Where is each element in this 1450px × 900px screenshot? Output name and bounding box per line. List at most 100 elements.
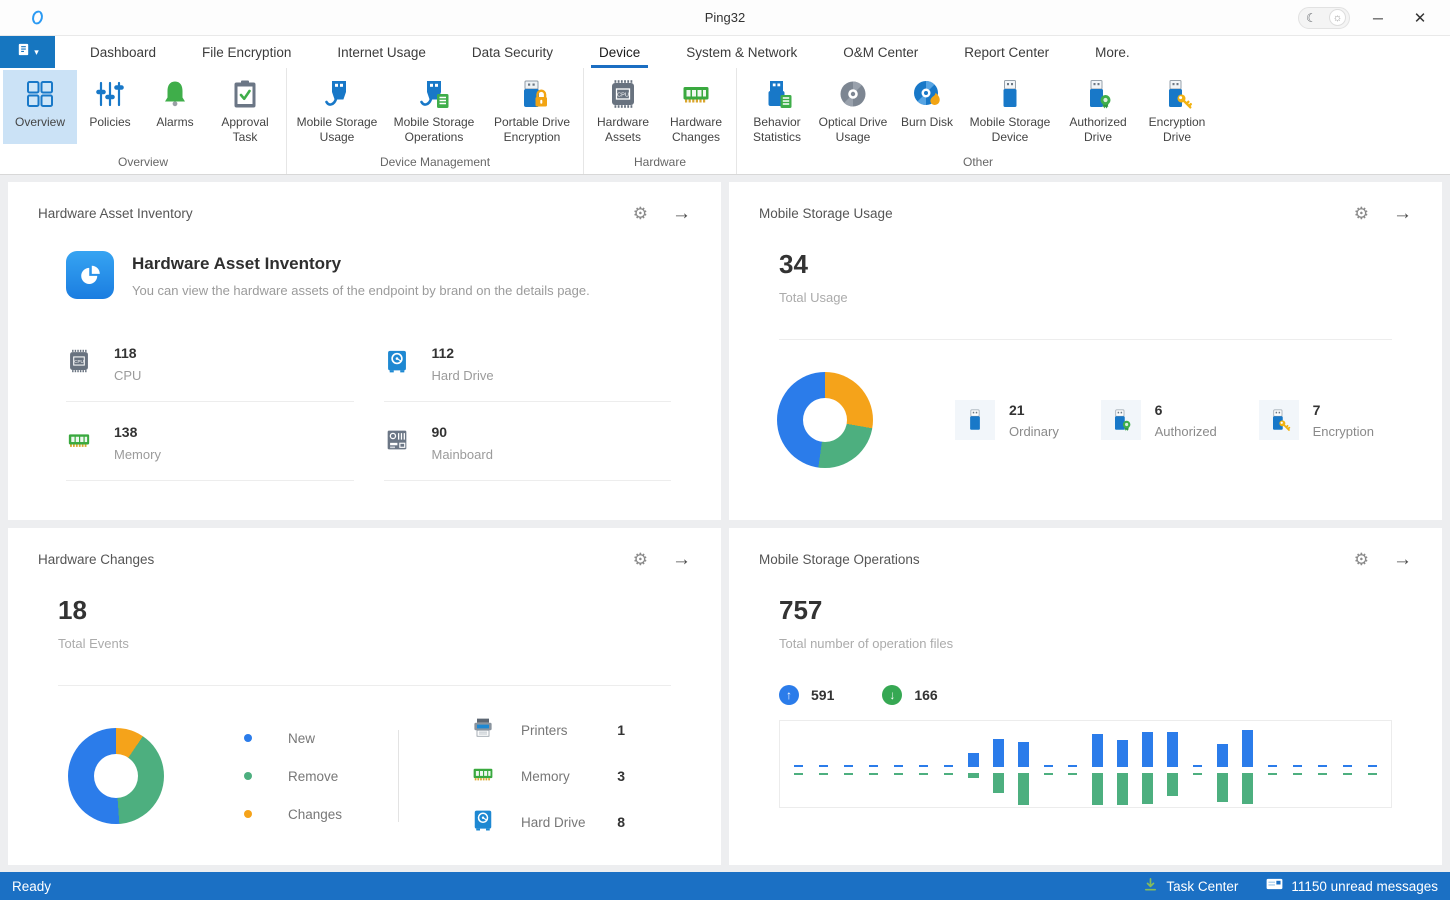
inventory-hero: Hardware Asset Inventory You can view th…: [66, 251, 671, 299]
tab-data-security[interactable]: Data Security: [449, 36, 576, 68]
ribbon-button-hardware-changes[interactable]: Hardware Changes: [659, 70, 733, 149]
arrow-right-icon[interactable]: →: [672, 204, 691, 223]
stat-hard-drive: 112 Hard Drive: [384, 337, 672, 402]
tab-system-network[interactable]: System & Network: [663, 36, 820, 68]
card-hardware-asset-inventory: Hardware Asset Inventory ⚙ → Hardware As…: [8, 182, 721, 520]
app-window: Ping32 ☾ ☼ ─ ✕ ▾ Dashboard File Encrypti…: [0, 0, 1450, 900]
dashboard-content: Hardware Asset Inventory ⚙ → Hardware As…: [0, 175, 1450, 872]
tab-dashboard[interactable]: Dashboard: [67, 36, 179, 68]
cd-flame-icon: [911, 76, 943, 112]
arrow-right-icon[interactable]: →: [672, 550, 691, 569]
gear-icon[interactable]: ⚙: [633, 205, 648, 222]
bar-slot: [786, 721, 811, 807]
download-bar: [1117, 773, 1128, 805]
tab-om-center[interactable]: O&M Center: [820, 36, 941, 68]
upload-bar: [944, 765, 953, 767]
ribbon-button-burn-disk[interactable]: Burn Disk: [892, 70, 962, 144]
ribbon-button-approval-task[interactable]: Approval Task: [207, 70, 283, 149]
ribbon-group-other: Behavior Statistics Optical Drive Usage …: [736, 68, 1219, 174]
gear-icon[interactable]: ⚙: [1354, 551, 1369, 568]
bar-slot: [986, 721, 1011, 807]
upload-bar: [1268, 765, 1277, 767]
download-bar: [1044, 773, 1053, 775]
download-stat: ↓ 166: [882, 685, 937, 705]
gear-icon[interactable]: ⚙: [1354, 205, 1369, 222]
tab-internet-usage[interactable]: Internet Usage: [314, 36, 449, 68]
cpu-chip-icon: CPU: [607, 76, 639, 112]
message-icon: [1266, 878, 1283, 894]
device-row-memory: Memory 3: [471, 762, 625, 791]
legend-ordinary: 21 Ordinary: [955, 400, 1059, 440]
ribbon-button-behavior-statistics[interactable]: Behavior Statistics: [740, 70, 814, 149]
arrow-right-icon[interactable]: →: [1393, 204, 1412, 223]
card-title: Hardware Changes: [38, 552, 154, 567]
close-button[interactable]: ✕: [1406, 9, 1434, 27]
ribbon-button-mobile-storage-device[interactable]: Mobile Storage Device: [962, 70, 1058, 149]
bar-slot: [1360, 721, 1385, 807]
window-title: Ping32: [0, 10, 1450, 25]
bar-slot: [911, 721, 936, 807]
minimize-button[interactable]: ─: [1364, 10, 1392, 26]
ribbon-button-optical-drive-usage[interactable]: Optical Drive Usage: [814, 70, 892, 149]
bar-slot: [1310, 721, 1335, 807]
download-bar: [1092, 773, 1103, 805]
ribbon-button-hardware-assets[interactable]: CPU Hardware Assets: [587, 70, 659, 149]
ribbon-button-portable-drive-encryption[interactable]: Portable Drive Encryption: [484, 70, 580, 149]
divider: [779, 339, 1392, 340]
upload-bar: [894, 765, 903, 767]
tab-file-encryption[interactable]: File Encryption: [179, 36, 314, 68]
upload-bar: [1193, 765, 1202, 767]
svg-text:CPU: CPU: [74, 359, 84, 364]
usb-plug-icon: [321, 76, 353, 112]
download-bar: [844, 773, 853, 775]
ribbon-button-mobile-storage-usage[interactable]: Mobile Storage Usage: [290, 70, 384, 149]
ribbon-tabs: Dashboard File Encryption Internet Usage…: [67, 36, 1153, 68]
tab-more[interactable]: More.: [1072, 36, 1153, 68]
bar-slot: [1135, 721, 1160, 807]
vertical-divider: [398, 730, 399, 822]
upload-bar: [1068, 765, 1077, 767]
ribbon-button-policies[interactable]: Policies: [77, 70, 143, 144]
usb-key-icon: [1161, 76, 1193, 112]
download-bar: [1268, 773, 1277, 775]
upload-bar: [1044, 765, 1053, 767]
tab-device[interactable]: Device: [576, 36, 663, 68]
mainboard-icon: [384, 424, 410, 458]
download-bar: [869, 773, 878, 775]
gear-icon[interactable]: ⚙: [633, 551, 648, 568]
operations-updown: ↑ 591 ↓ 166: [779, 685, 1442, 705]
arrow-down-circle-icon: ↓: [882, 685, 902, 705]
ribbon-button-overview[interactable]: Overview: [3, 70, 77, 144]
download-bar: [968, 773, 979, 778]
task-center-button[interactable]: Task Center: [1143, 877, 1238, 895]
card-title: Hardware Asset Inventory: [38, 206, 193, 221]
theme-toggle[interactable]: ☾ ☼: [1298, 7, 1350, 29]
cpu-chip-icon: CPU: [66, 345, 92, 379]
status-ready: Ready: [12, 879, 51, 894]
ribbon-button-encryption-drive[interactable]: Encryption Drive: [1138, 70, 1216, 149]
bar-slot: [1235, 721, 1260, 807]
tab-report-center[interactable]: Report Center: [941, 36, 1072, 68]
unread-messages-button[interactable]: 11150 unread messages: [1266, 878, 1438, 894]
ribbon-button-authorized-drive[interactable]: Authorized Drive: [1058, 70, 1138, 149]
hard-drive-icon: [384, 345, 410, 379]
bar-slot: [961, 721, 986, 807]
bell-icon: [159, 76, 191, 112]
download-bar: [944, 773, 953, 775]
memory-icon: [66, 424, 92, 458]
app-menu-button[interactable]: ▾: [0, 36, 55, 68]
download-bar: [1193, 773, 1202, 775]
pie-chart-icon: [66, 251, 114, 299]
moon-icon[interactable]: ☾: [1306, 11, 1317, 25]
arrow-right-icon[interactable]: →: [1393, 550, 1412, 569]
ribbon-button-alarms[interactable]: Alarms: [143, 70, 207, 144]
upload-bar: [844, 765, 853, 767]
sun-icon[interactable]: ☼: [1329, 9, 1346, 26]
clipboard-check-icon: [229, 76, 261, 112]
upload-bar: [919, 765, 928, 767]
ribbon-button-mobile-storage-operations[interactable]: Mobile Storage Operations: [384, 70, 484, 149]
arrow-up-circle-icon: ↑: [779, 685, 799, 705]
legend-new: New: [244, 731, 342, 746]
ribbon-group-label: Device Management: [290, 155, 580, 174]
svg-text:CPU: CPU: [617, 93, 629, 99]
